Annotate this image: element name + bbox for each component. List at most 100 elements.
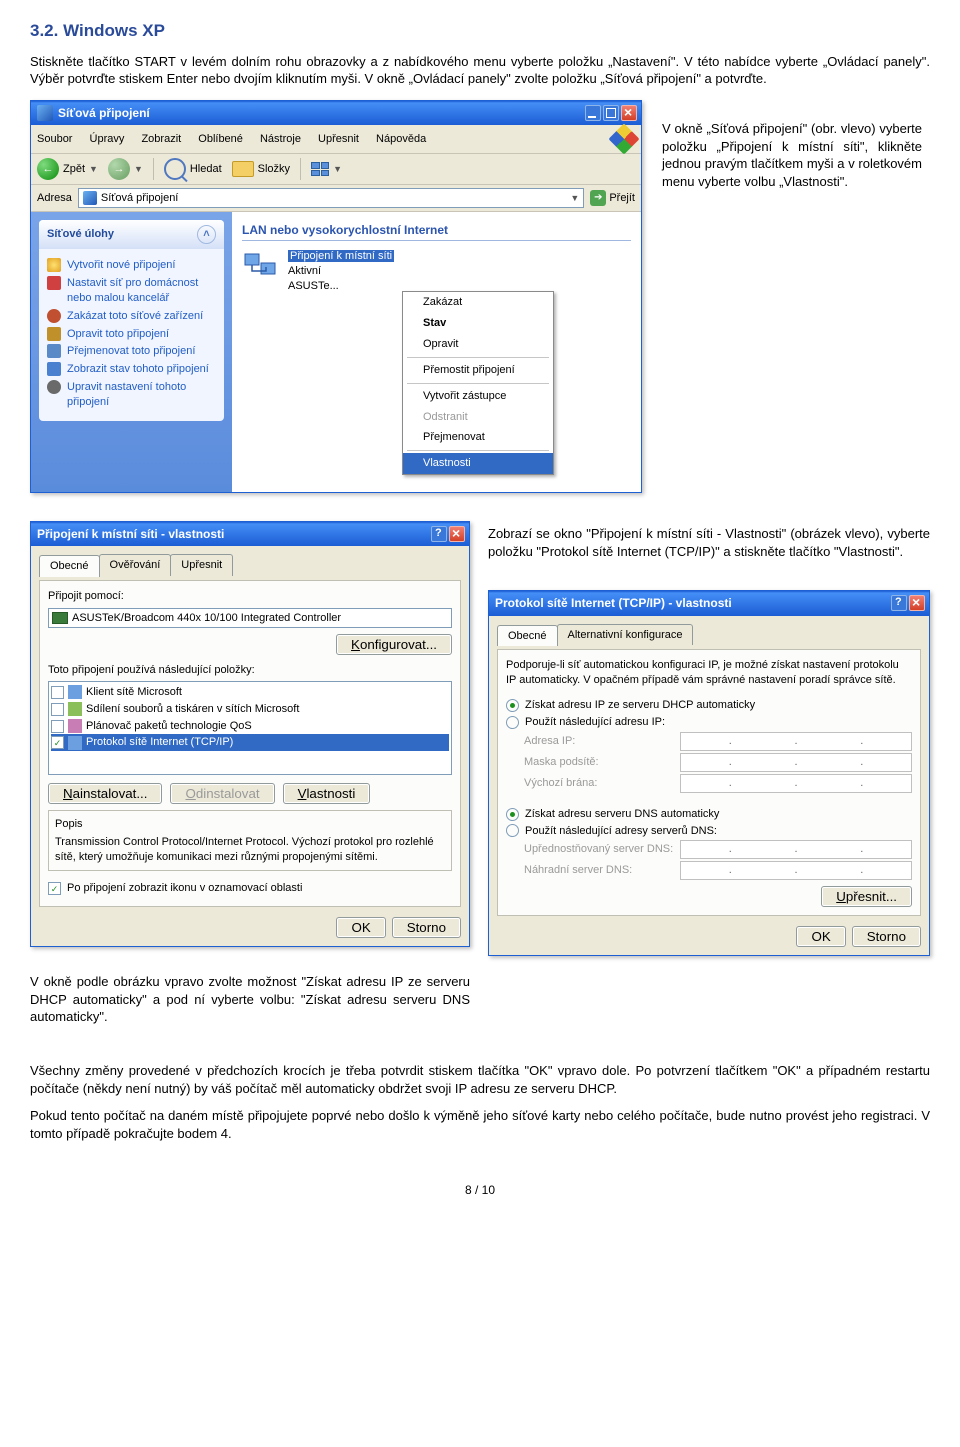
menu-tools[interactable]: Nástroje — [260, 133, 301, 145]
checkbox[interactable]: ✓ — [51, 736, 64, 749]
radio-manual-dns-row[interactable]: Použít následující adresy serverů DNS: — [506, 824, 912, 839]
plug-icon — [47, 258, 61, 272]
separator — [153, 158, 154, 180]
explorer-body: Síťové úlohy ˄ Vytvořit nové připojení N… — [31, 212, 641, 492]
install-button[interactable]: Nainstalovat... — [48, 783, 162, 804]
tab-alternative[interactable]: Alternativní konfigurace — [557, 624, 694, 646]
close-button[interactable] — [449, 526, 465, 542]
ctx-status[interactable]: Stav — [403, 313, 553, 334]
menu-view[interactable]: Zobrazit — [141, 133, 181, 145]
general-tab-content: Připojit pomocí: ASUSTeK/Broadcom 440x 1… — [39, 580, 461, 907]
components-listbox[interactable]: Klient sítě Microsoft Sdílení souborů a … — [48, 681, 452, 775]
ok-button[interactable]: OK — [336, 917, 385, 938]
views-button[interactable]: ▼ — [311, 162, 342, 176]
component-client[interactable]: Klient sítě Microsoft — [51, 684, 449, 701]
ctx-disable[interactable]: Zakázat — [403, 292, 553, 313]
help-button[interactable] — [891, 595, 907, 611]
ctx-shortcut[interactable]: Vytvořit zástupce — [403, 386, 553, 407]
content-pane: LAN nebo vysokorychlostní Internet Připo… — [232, 212, 641, 492]
connection-item[interactable]: Připojení k místní síti Aktivní ASUSTe..… — [242, 249, 631, 296]
adapter-combobox[interactable]: ASUSTeK/Broadcom 440x 10/100 Integrated … — [48, 608, 452, 628]
general-tab-content: Podporuje-li síť automatickou konfigurac… — [497, 649, 921, 916]
maximize-button[interactable] — [603, 105, 619, 121]
windows-flag-icon — [608, 124, 639, 155]
wrench-icon — [47, 327, 61, 341]
menu-file[interactable]: Soubor — [37, 133, 72, 145]
tasks-pane: Síťové úlohy ˄ Vytvořit nové připojení N… — [31, 212, 232, 492]
tasks-header[interactable]: Síťové úlohy ˄ — [39, 220, 224, 249]
radio-manual-dns[interactable] — [506, 824, 519, 837]
window-title: Síťová připojení — [58, 105, 150, 121]
task-create-connection[interactable]: Vytvořit nové připojení — [47, 258, 216, 273]
tabstrip: Obecné Ověřování Upřesnit — [39, 554, 461, 576]
radio-manual-ip-row[interactable]: Použít následující adresu IP: — [506, 715, 912, 730]
toolbar: ← Zpět ▼ → ▼ Hledat Složky ▼ — [31, 154, 641, 185]
menu-edit[interactable]: Úpravy — [90, 133, 125, 145]
component-qos[interactable]: Plánovač paketů technologie QoS — [51, 718, 449, 735]
radio-manual-ip[interactable] — [506, 716, 519, 729]
back-button[interactable]: ← Zpět ▼ — [37, 158, 98, 180]
ctx-bridge[interactable]: Přemostit připojení — [403, 360, 553, 381]
tcpip-properties-dialog: Protokol sítě Internet (TCP/IP) - vlastn… — [488, 590, 930, 956]
address-input[interactable]: Síťová připojení ▼ — [78, 188, 584, 208]
row-dialogs: Připojení k místní síti - vlastnosti Obe… — [30, 521, 930, 1036]
folders-button[interactable]: Složky — [232, 161, 290, 177]
ctx-rename[interactable]: Přejmenovat — [403, 427, 553, 448]
close-button[interactable] — [621, 105, 637, 121]
task-disable[interactable]: Zakázat toto síťové zařízení — [47, 309, 216, 324]
disable-icon — [47, 309, 61, 323]
connection-status: Aktivní — [288, 264, 394, 279]
checkbox[interactable] — [51, 703, 64, 716]
task-repair[interactable]: Opravit toto připojení — [47, 327, 216, 342]
tab-advanced[interactable]: Upřesnit — [170, 554, 233, 576]
close-button[interactable] — [909, 595, 925, 611]
configure-button[interactable]: KKonfigurovat...onfigurovat... — [336, 634, 452, 655]
task-status[interactable]: Zobrazit stav tohoto připojení — [47, 362, 216, 377]
ok-button[interactable]: OK — [796, 926, 845, 947]
tab-auth[interactable]: Ověřování — [99, 554, 172, 576]
checkbox[interactable] — [51, 686, 64, 699]
task-setup-network[interactable]: Nastavit síť pro domácnost nebo malou ka… — [47, 276, 216, 306]
tab-general[interactable]: Obecné — [39, 555, 100, 577]
notify-checkbox[interactable]: ✓ — [48, 882, 61, 895]
advanced-button[interactable]: Upřesnit... — [821, 886, 912, 907]
search-button[interactable]: Hledat — [164, 158, 222, 180]
task-settings[interactable]: Upravit nastavení tohoto připojení — [47, 380, 216, 410]
help-button[interactable] — [431, 526, 447, 542]
closing-paragraph-1: Všechny změny provedené v předchozích kr… — [30, 1062, 930, 1097]
menu-favorites[interactable]: Oblíbené — [198, 133, 243, 145]
tab-general[interactable]: Obecné — [497, 625, 558, 647]
checkbox[interactable] — [51, 720, 64, 733]
go-button[interactable]: ➔ Přejít — [590, 190, 635, 206]
network-icon — [37, 105, 53, 121]
cancel-button[interactable]: Storno — [392, 917, 461, 938]
cancel-button[interactable]: Storno — [852, 926, 921, 947]
connect-using-label: Připojit pomocí: — [48, 589, 452, 604]
go-arrow-icon: ➔ — [590, 190, 606, 206]
radio-auto-dns-row[interactable]: Získat adresu serveru DNS automaticky — [506, 807, 912, 822]
mask-label: Maska podsítě: — [524, 755, 674, 770]
component-tcpip[interactable]: ✓Protokol sítě Internet (TCP/IP) — [51, 734, 449, 751]
dialog-body: Obecné Ověřování Upřesnit Připojit pomoc… — [31, 546, 469, 946]
radio-auto-dns[interactable] — [506, 808, 519, 821]
chevron-up-icon: ˄ — [197, 225, 216, 244]
minimize-button[interactable] — [585, 105, 601, 121]
right-col: Zobrazí se okno "Připojení k místní síti… — [488, 521, 930, 956]
component-sharing[interactable]: Sdílení souborů a tiskáren v sítích Micr… — [51, 701, 449, 718]
task-rename[interactable]: Přejmenovat toto připojení — [47, 344, 216, 359]
intro-paragraph: Stiskněte tlačítko START v levém dolním … — [30, 53, 930, 88]
radio-auto-ip-row[interactable]: Získat adresu IP ze serveru DHCP automat… — [506, 698, 912, 713]
menu-help[interactable]: Nápověda — [376, 133, 426, 145]
properties-button[interactable]: Vlastnosti — [283, 783, 371, 804]
uninstall-button: Odinstalovat — [170, 783, 274, 804]
ctx-properties[interactable]: Vlastnosti — [403, 453, 553, 474]
forward-button[interactable]: → ▼ — [108, 158, 143, 180]
views-icon — [311, 162, 329, 176]
search-icon — [164, 158, 186, 180]
rename-icon — [47, 344, 61, 358]
tasks-box: Síťové úlohy ˄ Vytvořit nové připojení N… — [39, 220, 224, 421]
radio-auto-ip[interactable] — [506, 699, 519, 712]
desc-title: Popis — [55, 817, 445, 832]
ctx-repair[interactable]: Opravit — [403, 334, 553, 355]
menu-advanced[interactable]: Upřesnit — [318, 133, 359, 145]
